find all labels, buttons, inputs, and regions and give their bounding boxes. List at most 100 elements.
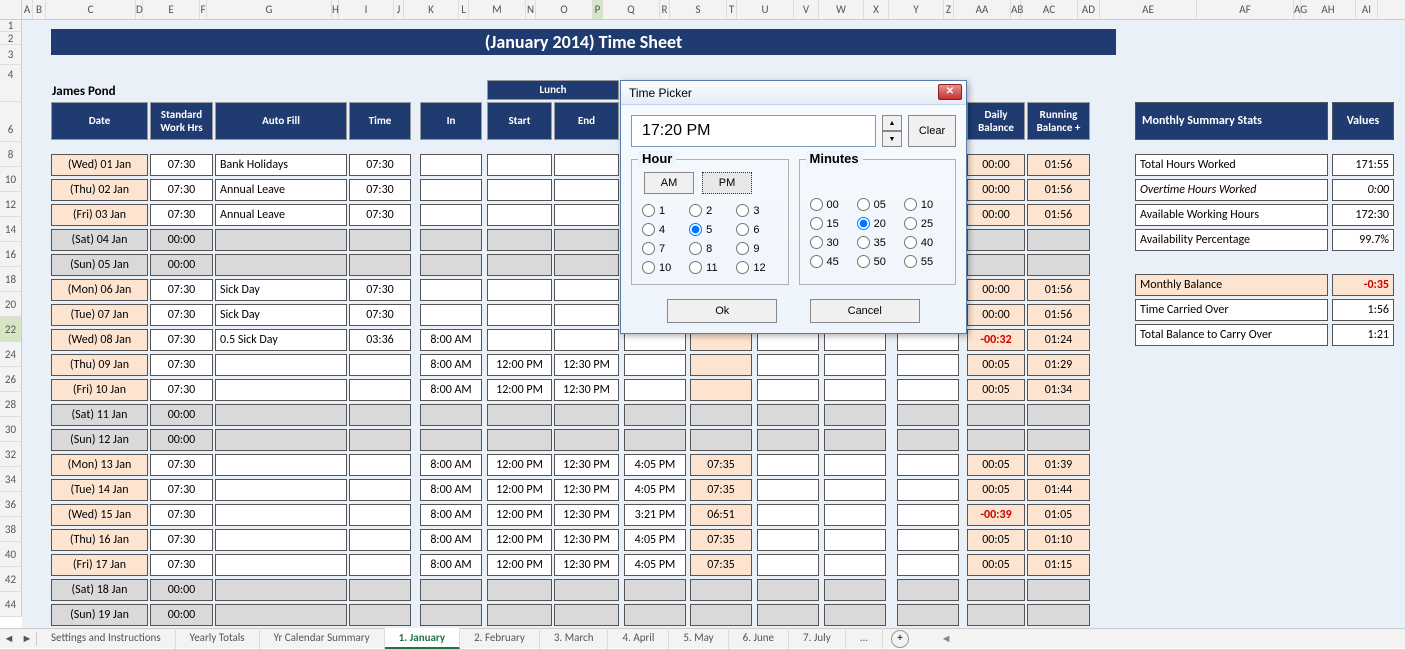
cell-std[interactable]: 00:00 [150, 229, 213, 251]
row-header-6[interactable]: 6 [0, 102, 22, 142]
hour-radio-8[interactable]: 8 [689, 242, 734, 255]
cell-db[interactable]: 00:00 [967, 179, 1025, 201]
hour-radio-5[interactable]: 5 [689, 223, 734, 236]
hour-radio-2[interactable]: 2 [689, 204, 734, 217]
cell-ls[interactable] [487, 229, 552, 251]
cell-ls[interactable] [487, 404, 552, 426]
cell-time[interactable] [349, 579, 411, 601]
cell-date[interactable]: (Thu) 16 Jan [51, 529, 148, 551]
col-header-V[interactable]: V [794, 0, 819, 19]
cell-x3[interactable] [897, 504, 959, 526]
cell-le[interactable] [554, 179, 619, 201]
cell-x1[interactable] [757, 479, 819, 501]
cell-time[interactable] [349, 379, 411, 401]
cell-in[interactable]: 8:00 AM [420, 479, 482, 501]
hour-radio-1[interactable]: 1 [642, 204, 687, 217]
hour-radio-10[interactable]: 10 [642, 261, 687, 274]
cell-db[interactable]: -00:39 [967, 504, 1025, 526]
col-header-Q[interactable]: Q [603, 0, 660, 19]
cell-x3[interactable] [897, 379, 959, 401]
cell-in[interactable]: 8:00 AM [420, 554, 482, 576]
cell-std[interactable]: 07:30 [150, 454, 213, 476]
cell-db[interactable]: 00:00 [967, 154, 1025, 176]
cell-auto[interactable] [215, 229, 347, 251]
row-header-10[interactable]: 10 [0, 167, 22, 192]
col-header-B[interactable]: B [33, 0, 46, 19]
cell-x3[interactable] [897, 579, 959, 601]
col-header-E[interactable]: E [143, 0, 200, 19]
cell-rb[interactable] [1027, 429, 1090, 451]
cell-x3[interactable] [897, 429, 959, 451]
cell-hrs[interactable]: 07:35 [690, 479, 752, 501]
tab--[interactable]: ... [846, 628, 883, 649]
hour-radio-6[interactable]: 6 [736, 223, 781, 236]
cell-db[interactable]: 00:00 [967, 279, 1025, 301]
cell-date[interactable]: (Sat) 04 Jan [51, 229, 148, 251]
row-header-36[interactable]: 36 [0, 492, 22, 517]
cell-hrs[interactable]: 07:35 [690, 454, 752, 476]
cell-le[interactable] [554, 604, 619, 626]
pm-button[interactable]: PM [702, 172, 752, 194]
cell-x2[interactable] [824, 404, 886, 426]
cell-le[interactable] [554, 404, 619, 426]
cell-rb[interactable]: 01:39 [1027, 454, 1090, 476]
col-header-X[interactable]: X [864, 0, 889, 19]
cell-std[interactable]: 07:30 [150, 329, 213, 351]
cell-x1[interactable] [757, 354, 819, 376]
cell-le[interactable]: 12:30 PM [554, 454, 619, 476]
row-header-12[interactable]: 12 [0, 192, 22, 217]
min-radio-10[interactable]: 10 [904, 198, 949, 211]
cell-auto[interactable] [215, 354, 347, 376]
cell-x3[interactable] [897, 604, 959, 626]
spin-down[interactable]: ▼ [882, 131, 902, 147]
cell-std[interactable]: 07:30 [150, 179, 213, 201]
cell-in[interactable] [420, 304, 482, 326]
cell-date[interactable]: (Wed) 01 Jan [51, 154, 148, 176]
cell-le[interactable] [554, 579, 619, 601]
cell-hrs[interactable]: 06:51 [690, 504, 752, 526]
cell-ls[interactable]: 12:00 PM [487, 479, 552, 501]
cell-rb[interactable] [1027, 254, 1090, 276]
cell-std[interactable]: 00:00 [150, 404, 213, 426]
cell-rb[interactable]: 01:29 [1027, 354, 1090, 376]
cell-time[interactable]: 03:36 [349, 329, 411, 351]
row-header-22[interactable]: 22 [0, 317, 22, 342]
cell-auto[interactable]: 0.5 Sick Day [215, 329, 347, 351]
col-header-G[interactable]: G [207, 0, 332, 19]
cell-in[interactable]: 8:00 AM [420, 504, 482, 526]
cell-time[interactable]: 07:30 [349, 179, 411, 201]
col-header-AD[interactable]: AD [1078, 0, 1100, 19]
cell-x2[interactable] [824, 554, 886, 576]
row-header-42[interactable]: 42 [0, 567, 22, 592]
cell-date[interactable]: (Wed) 15 Jan [51, 504, 148, 526]
hour-radio-12[interactable]: 12 [736, 261, 781, 274]
col-header-I[interactable]: I [339, 0, 394, 19]
cell-le[interactable]: 12:30 PM [554, 354, 619, 376]
min-radio-05[interactable]: 05 [857, 198, 902, 211]
row-header-8[interactable]: 8 [0, 142, 22, 167]
col-header-O[interactable]: O [536, 0, 593, 19]
cell-ls[interactable]: 12:00 PM [487, 529, 552, 551]
cell-time[interactable] [349, 429, 411, 451]
cell-db[interactable] [967, 229, 1025, 251]
cell-date[interactable]: (Thu) 02 Jan [51, 179, 148, 201]
cell-x3[interactable] [897, 454, 959, 476]
cell-time[interactable] [349, 529, 411, 551]
cell-std[interactable]: 07:30 [150, 204, 213, 226]
cell-x3[interactable] [897, 554, 959, 576]
cell-le[interactable] [554, 254, 619, 276]
dialog-close-button[interactable]: ✕ [938, 84, 962, 100]
col-header-L[interactable]: L [459, 0, 469, 19]
tab-5-may[interactable]: 5. May [669, 628, 728, 649]
col-header-D[interactable]: D [136, 0, 143, 19]
cell-x1[interactable] [757, 554, 819, 576]
cell-hrs[interactable] [690, 379, 752, 401]
col-header-AC[interactable]: AC [1021, 0, 1078, 19]
cell-auto[interactable] [215, 529, 347, 551]
cell-in[interactable] [420, 579, 482, 601]
cell-std[interactable]: 07:30 [150, 279, 213, 301]
cell-x2[interactable] [824, 579, 886, 601]
cell-ls[interactable] [487, 254, 552, 276]
hour-radio-11[interactable]: 11 [689, 261, 734, 274]
row-header-16[interactable]: 16 [0, 242, 22, 267]
